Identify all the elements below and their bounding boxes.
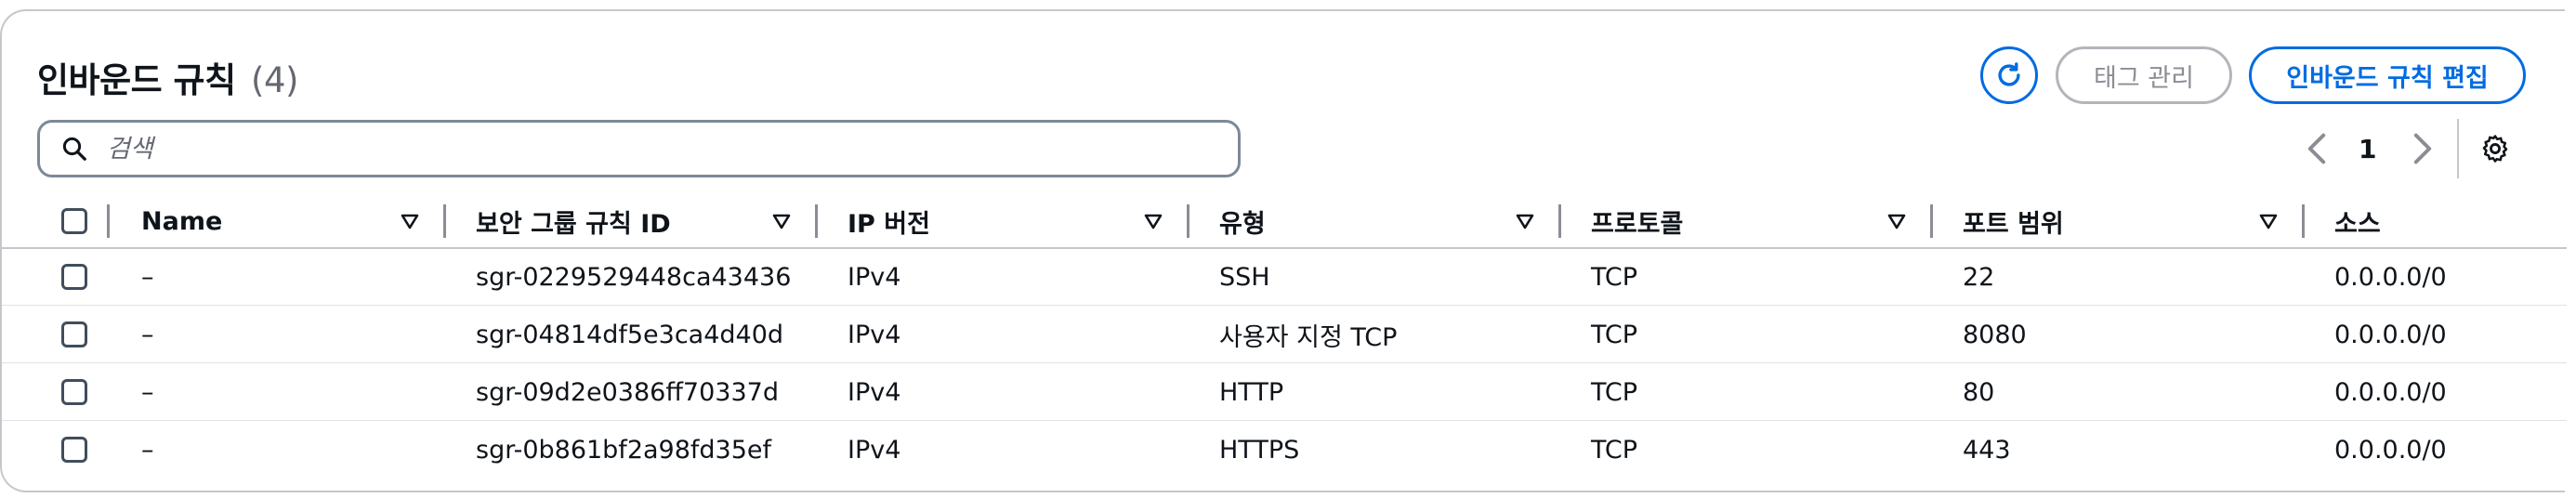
cell-source: 0.0.0.0/0 (2334, 262, 2447, 292)
cell-rule-id: sgr-04814df5e3ca4d40d (476, 320, 784, 349)
column-header-type[interactable]: 유형 (1219, 195, 1266, 247)
cell-source: 0.0.0.0/0 (2334, 435, 2447, 465)
column-header-ip-version[interactable]: IP 버전 (848, 195, 930, 247)
prev-page-button[interactable] (2305, 120, 2329, 177)
cell-rule-id: sgr-0b861bf2a98fd35ef (476, 435, 772, 465)
row-checkbox[interactable] (61, 437, 87, 463)
search-icon (60, 134, 90, 164)
column-header-name[interactable]: Name (141, 195, 222, 247)
preferences-button[interactable] (2479, 120, 2511, 177)
panel-title: 인바운드 규칙 (4) (37, 52, 298, 102)
chevron-right-icon (2413, 133, 2432, 164)
cell-name: – (141, 320, 154, 349)
search-field[interactable] (37, 120, 1241, 177)
next-page-button[interactable] (2411, 120, 2435, 177)
cell-protocol: TCP (1591, 435, 1638, 465)
column-divider[interactable] (1187, 204, 1189, 238)
column-header-rule-id[interactable]: 보안 그룹 규칙 ID (476, 195, 671, 247)
title-text: 인바운드 규칙 (37, 60, 236, 100)
search-input[interactable] (105, 133, 1205, 164)
column-divider[interactable] (1558, 204, 1561, 238)
cell-type: HTTPS (1219, 435, 1300, 465)
cell-ip-version: IPv4 (848, 377, 901, 407)
table-row[interactable]: – sgr-0b861bf2a98fd35ef IPv4 HTTPS TCP 4… (2, 422, 2567, 478)
column-header-port-range[interactable]: 포트 범위 (1963, 195, 2064, 247)
manage-tags-button[interactable]: 태그 관리 (2056, 46, 2232, 104)
table-header: Name 보안 그룹 규칙 ID IP 버전 유형 프로토콜 포트 범위 소스 (2, 195, 2567, 249)
cell-protocol: TCP (1591, 262, 1638, 292)
gear-icon (2482, 135, 2508, 163)
sort-caret-down-icon[interactable] (1886, 210, 1908, 232)
cell-port-range: 443 (1963, 435, 2011, 465)
cell-protocol: TCP (1591, 320, 1638, 349)
row-checkbox[interactable] (61, 379, 87, 405)
cell-port-range: 80 (1963, 377, 1995, 407)
cell-type: HTTP (1219, 377, 1284, 407)
column-header-source[interactable]: 소스 (2334, 195, 2381, 247)
rule-count: (4) (251, 60, 298, 100)
current-page[interactable]: 1 (2359, 120, 2376, 177)
sort-caret-down-icon[interactable] (770, 210, 793, 232)
cell-name: – (141, 262, 154, 292)
select-all-checkbox[interactable] (61, 208, 87, 234)
column-divider[interactable] (2302, 204, 2305, 238)
cell-source: 0.0.0.0/0 (2334, 320, 2447, 349)
column-header-protocol[interactable]: 프로토콜 (1591, 195, 1683, 247)
column-divider[interactable] (1930, 204, 1933, 238)
row-checkbox[interactable] (61, 264, 87, 290)
cell-type: 사용자 지정 TCP (1219, 322, 1398, 352)
table-row[interactable]: – sgr-0229529448ca43436 IPv4 SSH TCP 22 … (2, 249, 2567, 306)
inbound-rules-panel: 인바운드 규칙 (4) 태그 관리 인바운드 규칙 편집 1 (0, 9, 2567, 492)
cell-port-range: 8080 (1963, 320, 2027, 349)
cell-protocol: TCP (1591, 377, 1638, 407)
cell-rule-id: sgr-0229529448ca43436 (476, 262, 792, 292)
column-divider[interactable] (815, 204, 818, 238)
column-divider[interactable] (443, 204, 446, 238)
cell-name: – (141, 435, 154, 465)
chevron-left-icon (2307, 133, 2326, 164)
cell-source: 0.0.0.0/0 (2334, 377, 2447, 407)
sort-caret-down-icon[interactable] (2257, 210, 2280, 232)
cell-type: SSH (1219, 262, 1270, 292)
refresh-icon (1998, 62, 2020, 86)
cell-port-range: 22 (1963, 262, 1995, 292)
pagination-divider (2457, 119, 2459, 178)
refresh-button[interactable] (1980, 46, 2038, 104)
cell-rule-id: sgr-09d2e0386ff70337d (476, 377, 779, 407)
edit-inbound-rules-button[interactable]: 인바운드 규칙 편집 (2249, 46, 2526, 104)
sort-caret-down-icon[interactable] (1514, 210, 1536, 232)
column-divider (107, 204, 110, 238)
table-row[interactable]: – sgr-04814df5e3ca4d40d IPv4 사용자 지정 TCP … (2, 307, 2567, 363)
sort-caret-down-icon[interactable] (399, 210, 421, 232)
table-row[interactable]: – sgr-09d2e0386ff70337d IPv4 HTTP TCP 80… (2, 364, 2567, 421)
sort-caret-down-icon[interactable] (1142, 210, 1164, 232)
cell-ip-version: IPv4 (848, 262, 901, 292)
row-checkbox[interactable] (61, 321, 87, 347)
cell-ip-version: IPv4 (848, 435, 901, 465)
cell-ip-version: IPv4 (848, 320, 901, 349)
cell-name: – (141, 377, 154, 407)
